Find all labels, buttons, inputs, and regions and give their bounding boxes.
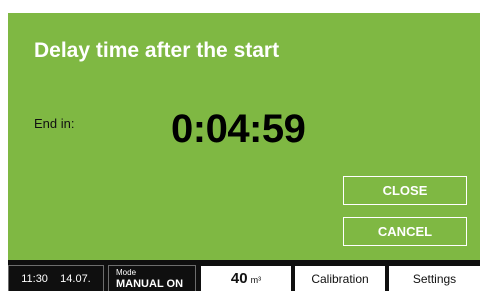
- delay-dialog: Delay time after the start End in: 0:04:…: [8, 13, 480, 260]
- countdown-timer: 0:04:59: [171, 107, 306, 151]
- dialog-title: Delay time after the start: [34, 39, 280, 62]
- cancel-button[interactable]: CANCEL: [343, 217, 467, 246]
- date-text: 14.07.: [60, 272, 91, 285]
- volume-tab[interactable]: 40 m³: [201, 266, 291, 291]
- device-screen: Delay time after the start End in: 0:04:…: [8, 13, 480, 291]
- mode-value: MANUAL ON: [116, 278, 184, 290]
- calibration-tab[interactable]: Calibration: [295, 266, 385, 291]
- mode-indicator[interactable]: Mode MANUAL ON: [108, 265, 196, 291]
- clock-display: 11:30 14.07.: [8, 265, 104, 291]
- volume-value: 40: [230, 270, 248, 287]
- volume-unit: m³: [250, 274, 262, 285]
- end-in-label: End in:: [34, 116, 75, 131]
- close-button[interactable]: CLOSE: [343, 176, 467, 205]
- mode-label: Mode: [116, 268, 137, 277]
- status-bar: 11:30 14.07. Mode MANUAL ON 40 m³ Calibr…: [8, 260, 480, 291]
- settings-tab[interactable]: Settings: [389, 266, 480, 291]
- time-text: 11:30: [21, 272, 48, 285]
